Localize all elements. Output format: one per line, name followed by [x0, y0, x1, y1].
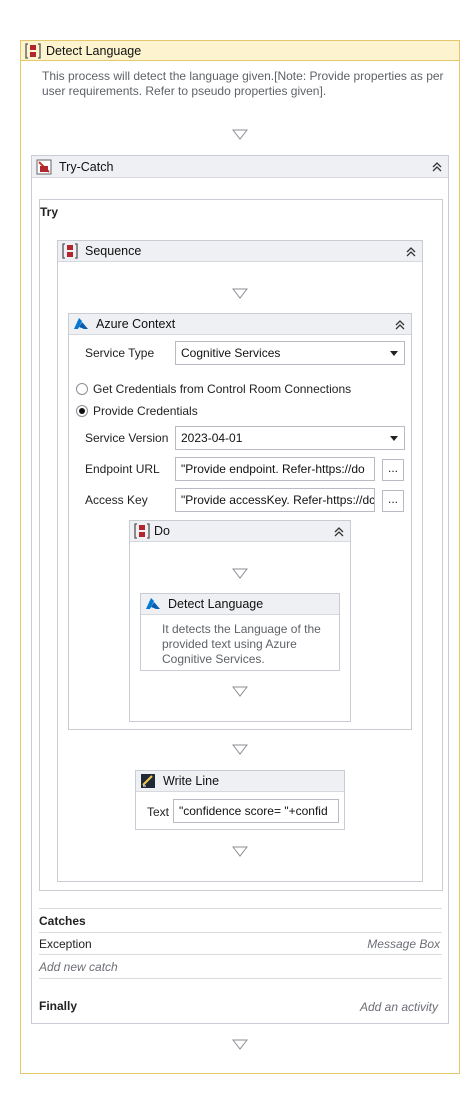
collapse-do-icon[interactable] — [332, 525, 346, 539]
access-key-input[interactable]: "Provide accessKey. Refer-https://dc — [175, 488, 375, 512]
radio-provide-credentials[interactable] — [76, 405, 88, 417]
drop-target-arrow-icon[interactable] — [232, 288, 248, 300]
detect-language-activity-description: It detects the Language of the provided … — [162, 622, 321, 666]
try-catch-title: Try-Catch — [59, 159, 114, 174]
try-catch-header[interactable]: Try-Catch — [32, 156, 448, 178]
azure-context-header[interactable]: Azure Context — [69, 314, 411, 335]
sequence-bracket-icon — [25, 42, 41, 59]
try-label: Try — [40, 205, 59, 219]
collapse-sequence-icon[interactable] — [404, 245, 418, 259]
exception-label[interactable]: Exception — [39, 937, 92, 951]
detect-language-activity-header[interactable]: Detect Language — [141, 594, 339, 615]
write-line-text-label: Text — [147, 805, 170, 819]
finally-add-activity[interactable]: Add an activity — [360, 1000, 438, 1014]
sequence-title: Sequence — [85, 244, 142, 258]
azure-icon — [73, 317, 89, 331]
drop-target-arrow-icon[interactable] — [232, 846, 248, 858]
detect-language-activity-title: Detect Language — [168, 597, 264, 611]
service-version-dropdown[interactable]: 2023-04-01 — [175, 426, 405, 450]
radio-provide-credentials-label[interactable]: Provide Credentials — [93, 404, 198, 418]
workflow-description: This process will detect the language gi… — [42, 69, 444, 98]
add-new-catch-link[interactable]: Add new catch — [39, 960, 118, 974]
finally-label: Finally — [39, 999, 78, 1013]
radio-control-room-label[interactable]: Get Credentials from Control Room Connec… — [93, 382, 351, 396]
write-line-icon — [140, 773, 156, 789]
detect-language-activity[interactable]: Detect Language It detects the Language … — [140, 593, 340, 671]
write-line-title: Write Line — [163, 774, 220, 788]
workflow-header[interactable]: Detect Language — [21, 41, 459, 61]
do-title: Do — [154, 524, 170, 538]
endpoint-url-label: Endpoint URL — [85, 462, 160, 476]
collapse-azure-context-icon[interactable] — [393, 318, 407, 332]
access-key-label: Access Key — [85, 493, 148, 507]
write-line-header[interactable]: Write Line — [136, 771, 344, 792]
service-version-value: 2023-04-01 — [181, 431, 243, 445]
azure-context-title: Azure Context — [96, 317, 176, 331]
do-header[interactable]: Do — [130, 521, 350, 542]
endpoint-url-ellipsis-button[interactable]: ... — [382, 459, 404, 481]
exception-activity[interactable]: Message Box — [367, 937, 440, 951]
drop-target-arrow-icon[interactable] — [232, 129, 248, 141]
service-type-dropdown[interactable]: Cognitive Services — [175, 341, 405, 365]
radio-control-room[interactable] — [76, 383, 88, 395]
chevron-down-icon — [390, 351, 398, 356]
drop-target-arrow-icon[interactable] — [232, 1039, 248, 1051]
chevron-down-icon — [390, 436, 398, 441]
write-line-text-input[interactable]: "confidence score= "+confid — [173, 799, 339, 823]
service-type-label: Service Type — [85, 346, 155, 360]
drop-target-arrow-icon[interactable] — [232, 568, 248, 580]
access-key-ellipsis-button[interactable]: ... — [382, 490, 404, 512]
workflow-title: Detect Language — [46, 43, 142, 58]
azure-icon — [145, 597, 161, 611]
endpoint-url-input[interactable]: "Provide endpoint. Refer-https://do — [175, 457, 375, 481]
drop-target-arrow-icon[interactable] — [232, 686, 248, 698]
drop-target-arrow-icon[interactable] — [232, 744, 248, 756]
catches-label: Catches — [39, 914, 86, 928]
service-type-value: Cognitive Services — [181, 346, 281, 360]
service-version-label: Service Version — [85, 431, 169, 445]
sequence-bracket-icon — [134, 523, 150, 539]
sequence-header[interactable]: Sequence — [58, 241, 422, 262]
try-catch-icon — [36, 159, 52, 175]
sequence-bracket-icon — [62, 243, 78, 259]
collapse-try-catch-icon[interactable] — [430, 160, 444, 174]
